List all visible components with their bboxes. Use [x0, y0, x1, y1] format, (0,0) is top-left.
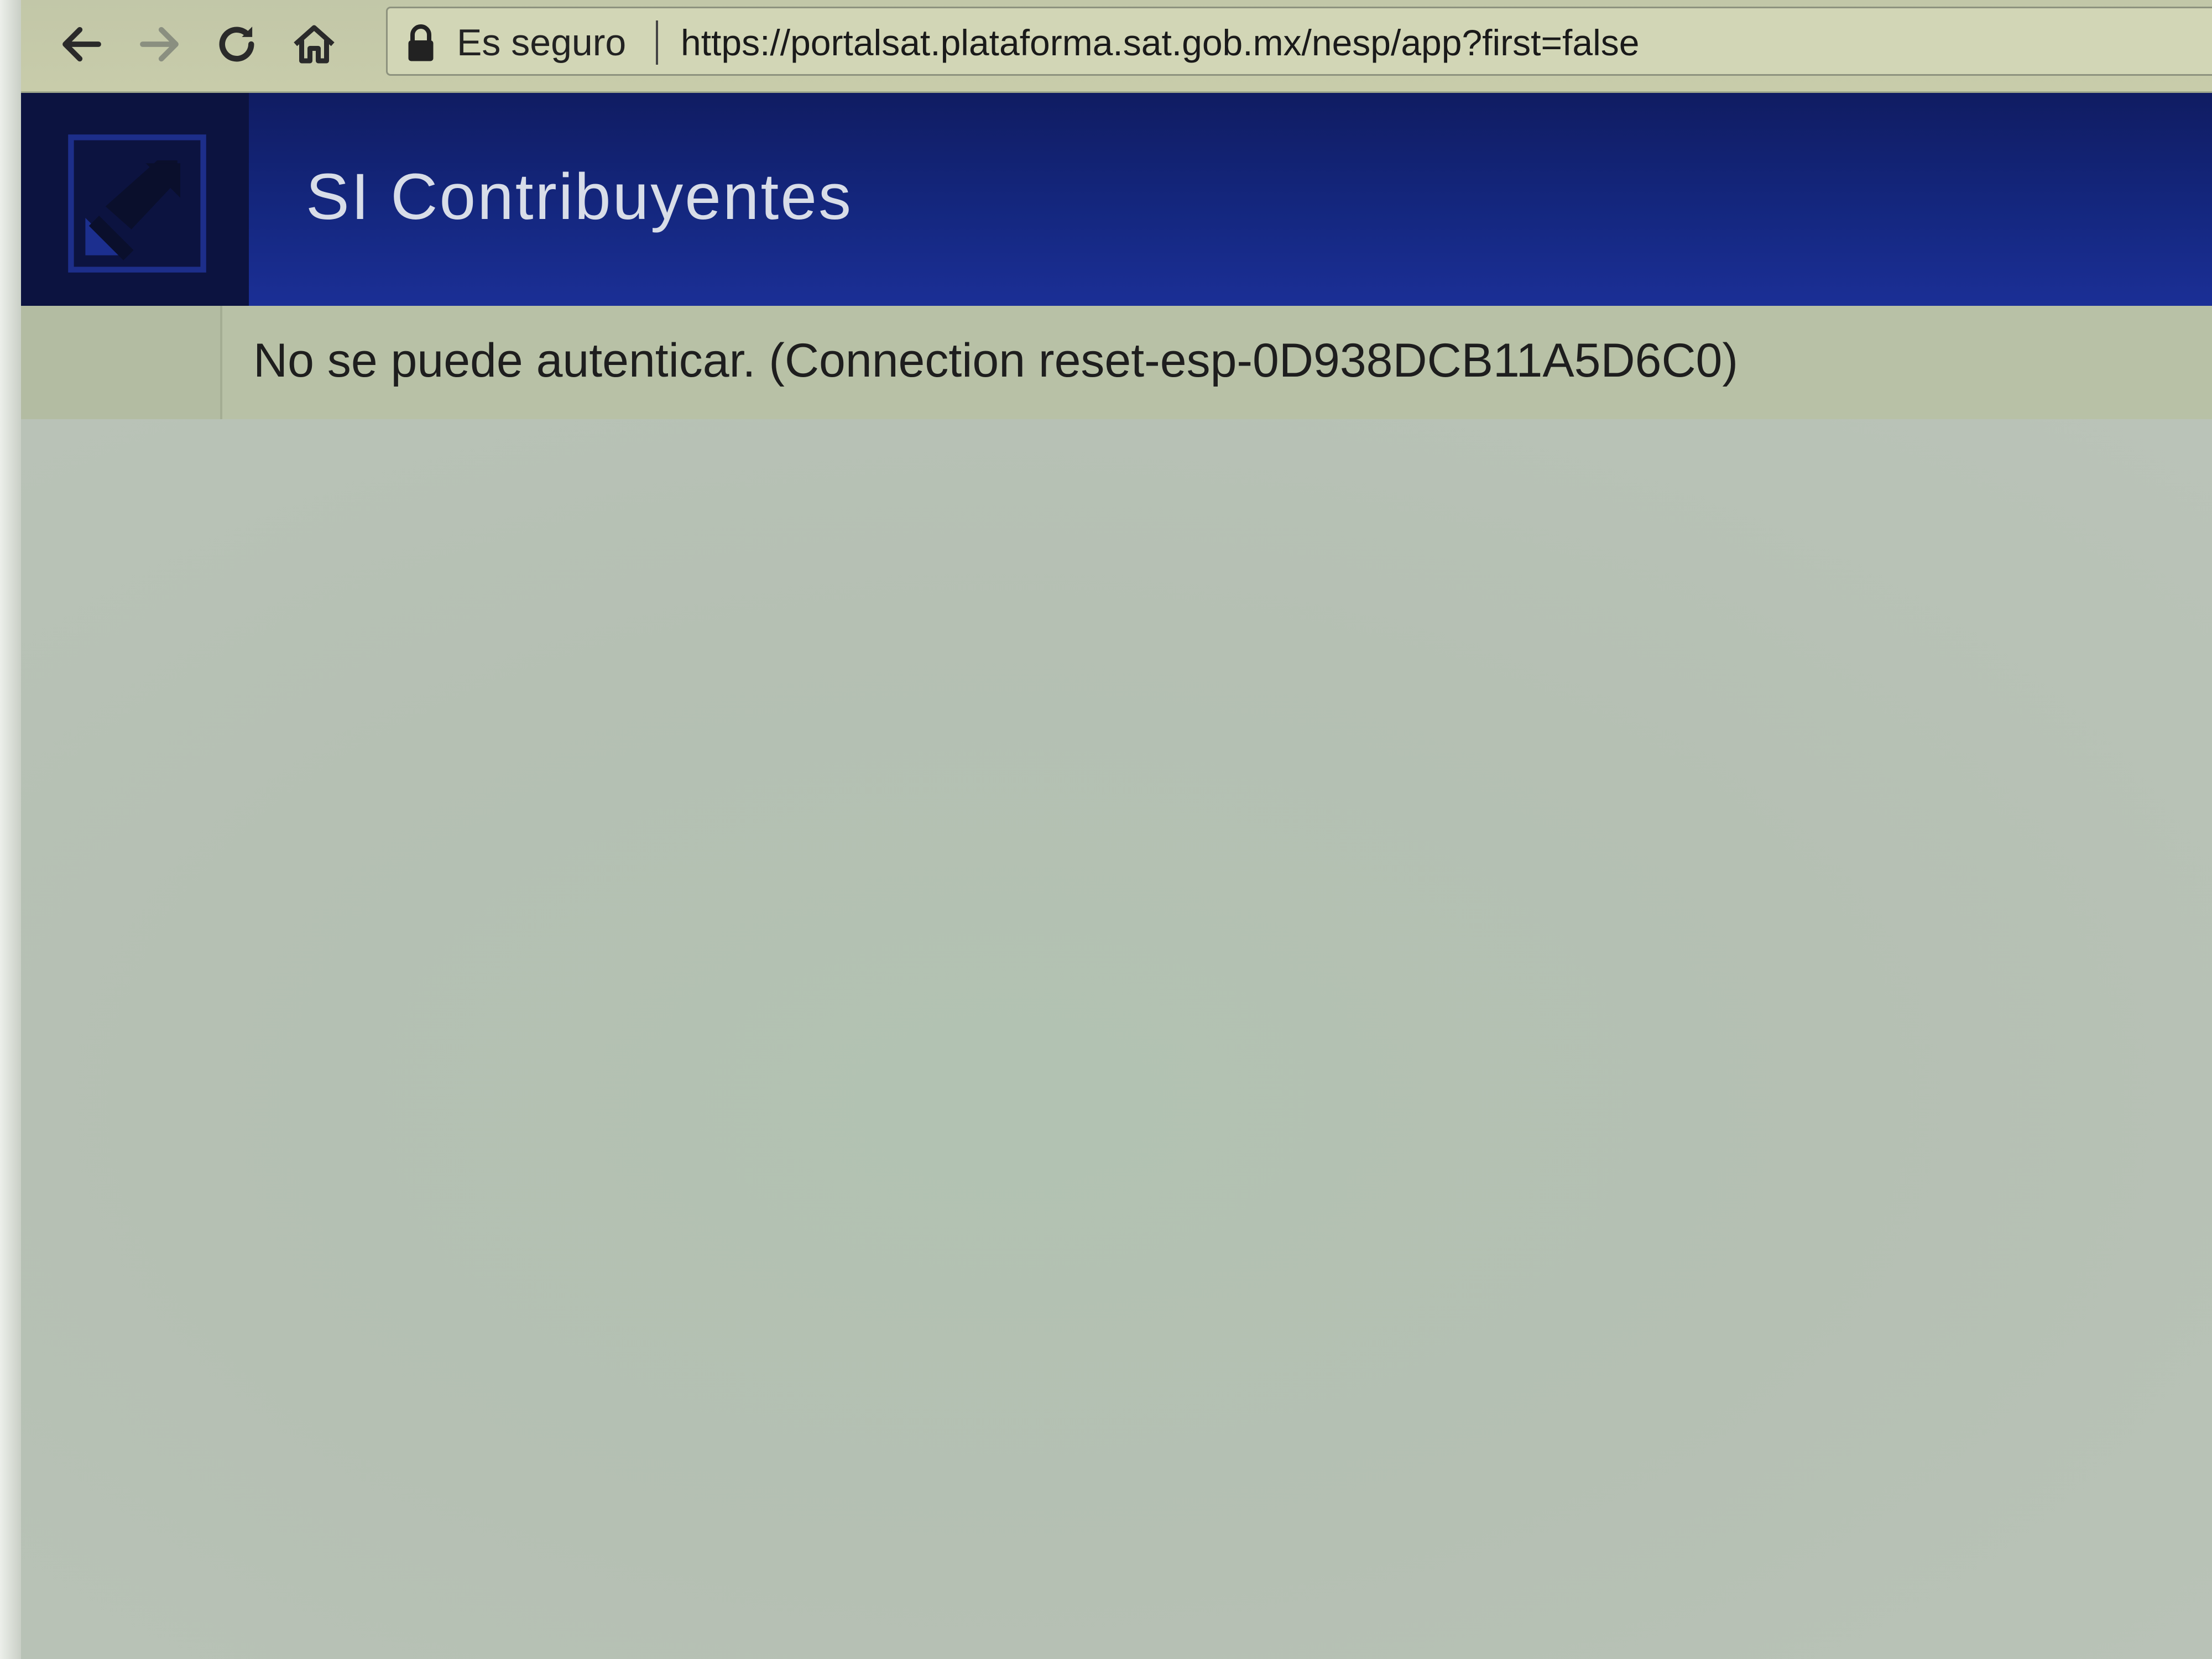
back-button[interactable]	[49, 11, 115, 77]
browser-toolbar: Es seguro https://portalsat.plataforma.s…	[21, 0, 2212, 93]
arrow-right-icon	[140, 27, 179, 62]
reload-button[interactable]	[204, 11, 270, 77]
home-icon	[294, 25, 335, 64]
site-title: SI Contribuyentes	[306, 160, 853, 233]
logo[interactable]	[21, 93, 249, 306]
arrow-left-icon	[62, 27, 101, 62]
main-content	[21, 419, 2212, 1659]
forward-button[interactable]	[126, 11, 192, 77]
window-edge	[0, 0, 21, 1659]
url-text[interactable]: https://portalsat.plataforma.sat.gob.mx/…	[681, 20, 1639, 65]
error-message: No se puede autenticar. (Connection rese…	[253, 334, 1739, 387]
home-button[interactable]	[281, 11, 347, 77]
sat-logo-icon	[68, 134, 206, 273]
address-bar[interactable]: Es seguro https://portalsat.plataforma.s…	[386, 7, 2212, 76]
address-divider	[656, 20, 658, 65]
secure-label[interactable]: Es seguro	[457, 20, 626, 65]
site-header: SI Contribuyentes	[21, 93, 2212, 306]
reload-icon	[219, 27, 254, 62]
lock-icon	[408, 24, 434, 61]
screen: Es seguro https://portalsat.plataforma.s…	[0, 0, 2212, 1659]
error-banner-side	[21, 306, 222, 419]
error-banner: No se puede autenticar. (Connection rese…	[21, 306, 2212, 419]
